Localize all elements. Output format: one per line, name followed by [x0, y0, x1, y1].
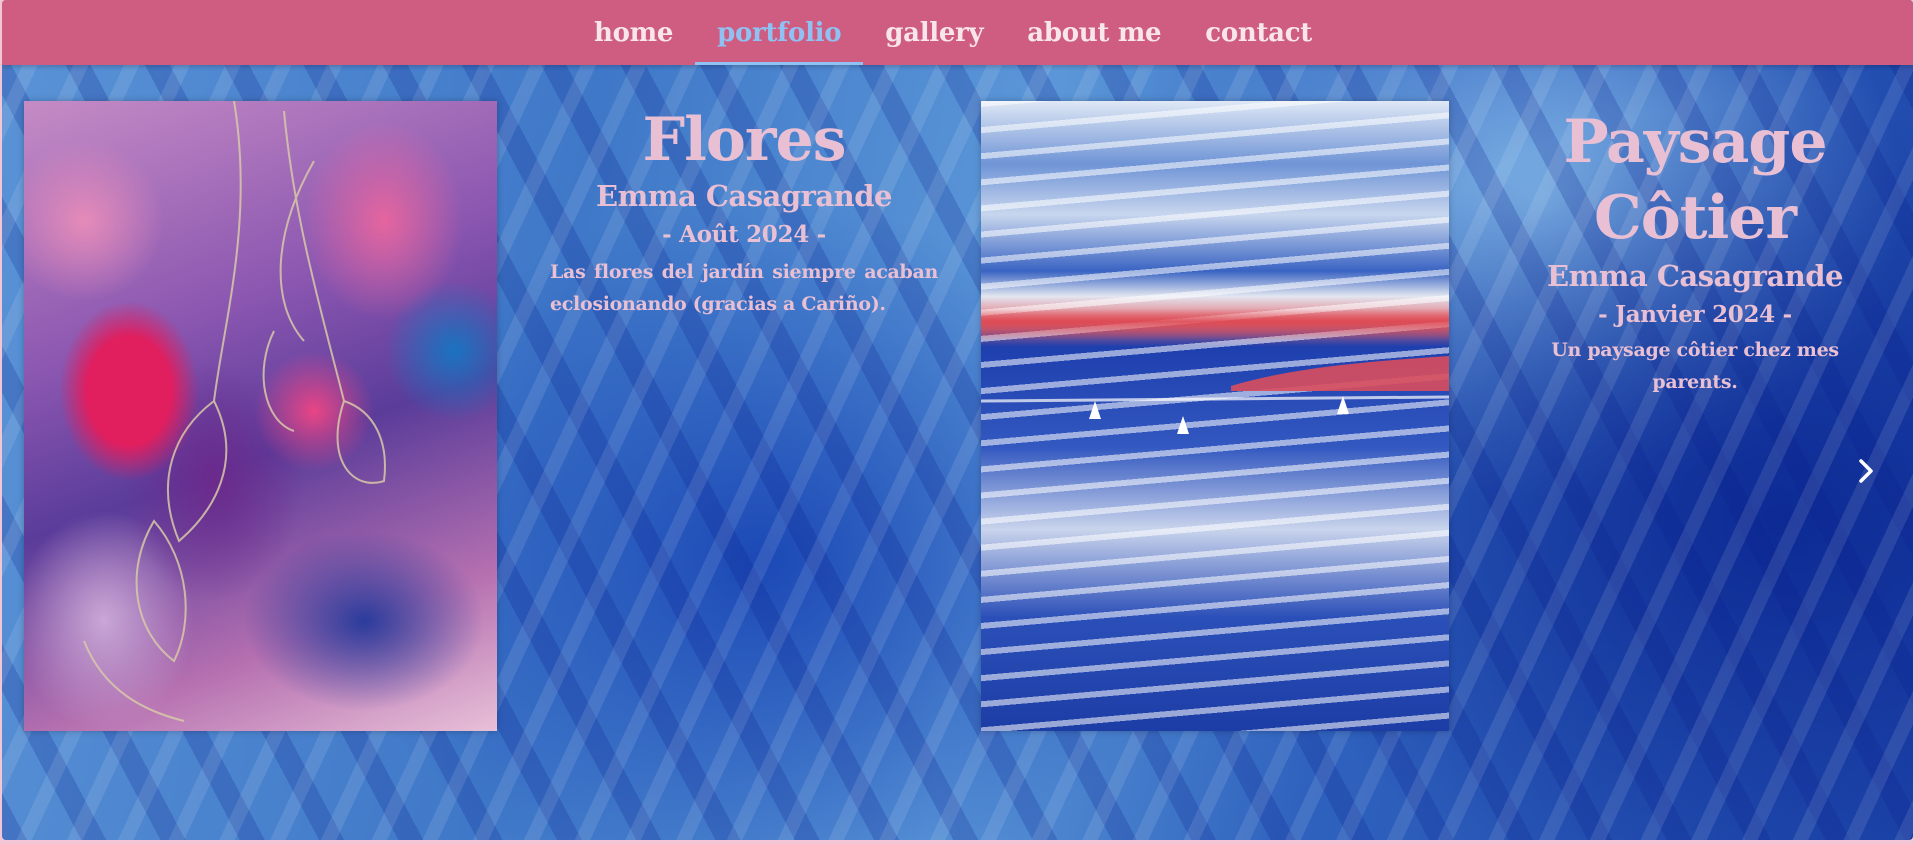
artwork-image-paysage-cotier[interactable]	[981, 101, 1449, 731]
nav-item-label: gallery	[885, 17, 984, 48]
artwork-title: Flores	[642, 105, 847, 175]
sailboat-icon	[1089, 401, 1101, 419]
artwork-info-paysage-cotier: Paysage Côtier Emma Casagrande - Janvier…	[1510, 104, 1880, 398]
page-frame: home portfolio gallery about me contact	[2, 0, 1913, 840]
sailboat-icon	[1177, 416, 1189, 434]
artwork-description: Un paysage côtier chez mes parents.	[1551, 339, 1839, 393]
top-nav: home portfolio gallery about me contact	[2, 0, 1913, 65]
nav-item-portfolio[interactable]: portfolio	[695, 0, 864, 65]
nav-item-label: contact	[1205, 17, 1312, 48]
nav-item-label: portfolio	[717, 17, 842, 48]
nav-item-gallery[interactable]: gallery	[863, 0, 1005, 65]
artwork-artist: Emma Casagrande	[1546, 259, 1844, 293]
chevron-right-icon	[1859, 459, 1873, 483]
artwork-title-line1: Paysage	[1563, 107, 1827, 177]
nav-item-label: home	[594, 17, 674, 48]
artwork-description: Las flores del jardín siempre acaban ecl…	[550, 261, 938, 315]
flores-leaf-lines	[83, 101, 386, 722]
artwork-date: - Janvier 2024 -	[1598, 301, 1792, 328]
sailboat-icon	[1337, 396, 1349, 414]
nav-item-contact[interactable]: contact	[1183, 0, 1334, 65]
nav-item-home[interactable]: home	[572, 0, 695, 65]
artwork-date: - Août 2024 -	[662, 221, 826, 248]
nav-items: home portfolio gallery about me contact	[572, 0, 1334, 65]
nav-item-about-me[interactable]: about me	[1005, 0, 1183, 65]
artwork-artist: Emma Casagrande	[595, 179, 893, 213]
paysage-coastline	[981, 356, 1449, 403]
artwork-image-flores[interactable]	[24, 101, 497, 731]
nav-item-label: about me	[1027, 17, 1162, 48]
artwork-info-flores: Flores Emma Casagrande - Août 2024 - Las…	[550, 104, 938, 320]
next-slide-button[interactable]	[1852, 450, 1880, 492]
artwork-title-line2: Côtier	[1593, 183, 1797, 253]
